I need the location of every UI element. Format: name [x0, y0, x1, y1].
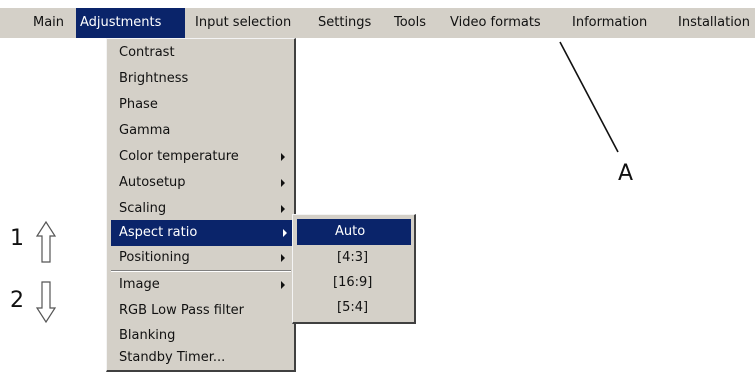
callout-2: 2: [10, 288, 24, 313]
arrow-down-outline-icon: [35, 281, 57, 324]
callout-1: 1: [10, 226, 24, 251]
annotation-layer: [35, 41, 619, 324]
callout-line-a: [559, 41, 619, 153]
callout-a: A: [618, 161, 634, 186]
arrow-up-outline-icon: [35, 220, 57, 263]
